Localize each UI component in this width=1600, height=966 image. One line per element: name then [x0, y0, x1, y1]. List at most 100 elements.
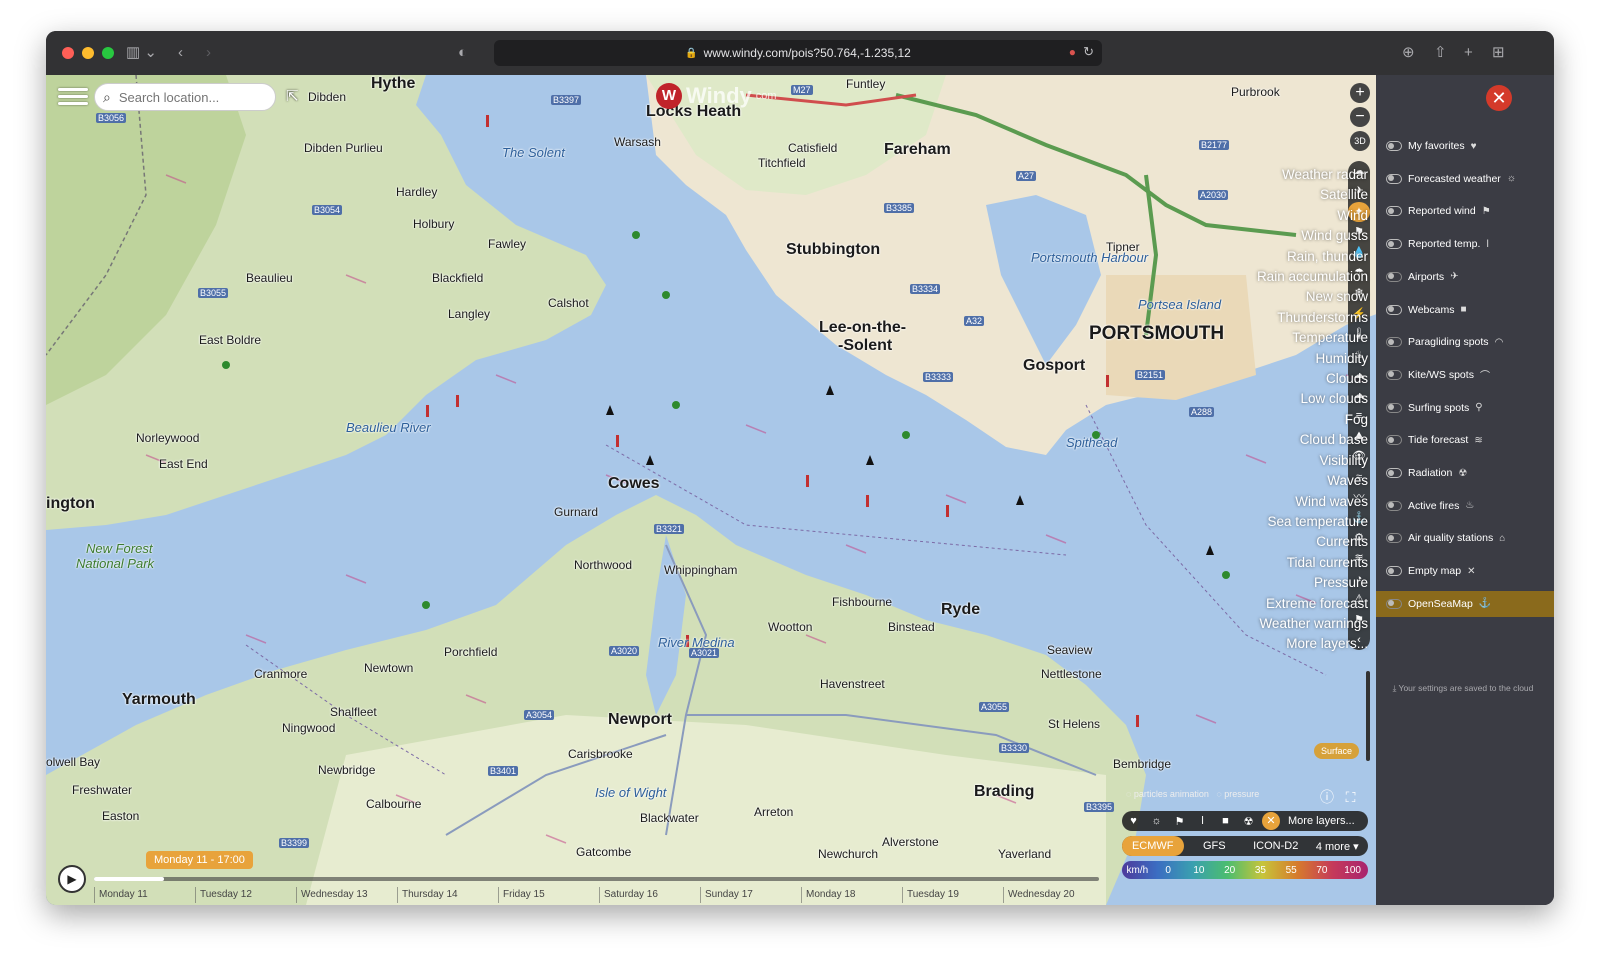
poi-item[interactable]: Air quality stations ⌂: [1376, 525, 1554, 551]
share-location-icon[interactable]: ⇱: [286, 87, 299, 105]
poi-toggle[interactable]: [1386, 304, 1402, 315]
close-icon[interactable]: ✕: [1262, 812, 1280, 830]
layer-item[interactable]: Wind: [1257, 206, 1368, 226]
poi-item[interactable]: Surfing spots ⚲: [1376, 395, 1554, 421]
thermometer-icon[interactable]: ǀ: [1191, 815, 1214, 827]
timeline-day[interactable]: Wednesday 20: [1003, 887, 1104, 903]
poi-toggle[interactable]: [1386, 369, 1402, 380]
timeline-day[interactable]: Tuesday 12: [195, 887, 296, 903]
poi-item[interactable]: Active fires ♨: [1376, 493, 1554, 519]
layer-item[interactable]: Tidal currents: [1257, 553, 1368, 573]
poi-toggle[interactable]: [1386, 239, 1402, 250]
poi-toggle[interactable]: [1386, 468, 1402, 478]
3d-button[interactable]: 3D: [1350, 131, 1370, 151]
model-option[interactable]: GFS: [1184, 840, 1246, 852]
close-panel-button[interactable]: ✕: [1486, 85, 1512, 111]
particles-toggle[interactable]: ◌ particles animation: [1126, 789, 1209, 799]
timeline-day[interactable]: Wednesday 13: [296, 887, 397, 903]
play-button[interactable]: ▶: [58, 865, 86, 893]
poi-item[interactable]: Radiation ☢: [1376, 460, 1554, 486]
layer-item[interactable]: Sea temperature: [1257, 512, 1368, 532]
layer-item[interactable]: Clouds: [1257, 369, 1368, 389]
timeline-day[interactable]: Friday 15: [498, 887, 599, 903]
poi-item[interactable]: My favorites ♥: [1376, 133, 1554, 159]
poi-item[interactable]: OpenSeaMap ⚓: [1376, 590, 1554, 617]
timeline-day[interactable]: Monday 11: [94, 887, 195, 903]
radiation-icon[interactable]: ☢: [1237, 815, 1260, 828]
map-canvas[interactable]: Hythe Dibden Locks Heath Funtley Purbrook Dib…: [46, 75, 1402, 905]
sidebar-toggle-icon[interactable]: ▥ ⌄: [126, 43, 157, 63]
poi-toggle[interactable]: [1386, 402, 1402, 413]
share-icon[interactable]: ⇧: [1434, 43, 1447, 63]
zoom-in-button[interactable]: +: [1350, 83, 1370, 103]
poi-toggle[interactable]: [1386, 141, 1402, 151]
layer-item[interactable]: Pressure: [1257, 573, 1368, 593]
fullscreen-icon[interactable]: ⛶: [1346, 789, 1356, 805]
layer-item[interactable]: Temperature: [1257, 328, 1368, 348]
layer-item[interactable]: Waves: [1257, 471, 1368, 491]
timeline-day[interactable]: Thursday 14: [397, 887, 498, 903]
favorites-icon[interactable]: ♥: [1122, 815, 1145, 827]
layer-item[interactable]: Humidity: [1257, 349, 1368, 369]
layer-item[interactable]: Wind gusts: [1257, 226, 1368, 246]
layer-item[interactable]: Rain accumulation: [1257, 267, 1368, 287]
model-option[interactable]: ECMWF: [1122, 836, 1184, 856]
model-option[interactable]: ICON-D2: [1245, 840, 1307, 852]
timeline-track[interactable]: [94, 877, 1099, 881]
poi-toggle[interactable]: [1386, 500, 1402, 511]
poi-toggle[interactable]: [1386, 173, 1402, 184]
weather-icon[interactable]: ☼: [1145, 815, 1168, 827]
poi-item[interactable]: Tide forecast ≋: [1376, 427, 1554, 453]
maximize-window-button[interactable]: [102, 47, 114, 59]
pressure-toggle[interactable]: ◌ pressure: [1216, 789, 1259, 799]
layer-scrollbar[interactable]: [1366, 671, 1370, 761]
privacy-shield-icon[interactable]: ◐: [458, 43, 467, 63]
more-layers-button[interactable]: More layers...: [1288, 815, 1355, 827]
search-input[interactable]: [116, 88, 251, 106]
flag-icon[interactable]: ⚑: [1168, 815, 1191, 828]
layer-item[interactable]: Weather warnings: [1257, 614, 1368, 634]
layer-item[interactable]: Weather radar: [1257, 165, 1368, 185]
poi-toggle[interactable]: [1386, 566, 1402, 577]
poi-item[interactable]: Reported wind ⚑: [1376, 198, 1554, 224]
poi-toggle[interactable]: [1386, 206, 1402, 217]
poi-item[interactable]: Webcams ■: [1376, 297, 1554, 323]
close-window-button[interactable]: [62, 47, 74, 59]
poi-item[interactable]: Forecasted weather ☼: [1376, 166, 1554, 192]
model-option[interactable]: 4 more ▾: [1307, 840, 1369, 853]
poi-item[interactable]: Reported temp. ǀ: [1376, 231, 1554, 257]
timeline-day[interactable]: Monday 18: [801, 887, 902, 903]
microphone-icon[interactable]: ●: [1069, 45, 1076, 59]
info-icon[interactable]: ⓘ: [1320, 789, 1334, 805]
poi-item[interactable]: Airports ✈: [1376, 264, 1554, 290]
surface-button[interactable]: Surface: [1314, 743, 1360, 759]
layer-item[interactable]: Cloud base: [1257, 430, 1368, 450]
search-box[interactable]: ⌕: [94, 83, 276, 111]
timeline-day[interactable]: Saturday 16: [599, 887, 700, 903]
tab-overview-icon[interactable]: ⊞: [1492, 43, 1505, 63]
layer-item[interactable]: Currents: [1257, 532, 1368, 552]
layer-item[interactable]: Satellite: [1257, 185, 1368, 205]
layer-item[interactable]: Thunderstorms: [1257, 308, 1368, 328]
back-icon[interactable]: ‹: [178, 43, 183, 63]
forward-icon[interactable]: ›: [206, 43, 211, 63]
layer-item[interactable]: Fog: [1257, 410, 1368, 430]
poi-toggle[interactable]: [1386, 598, 1402, 609]
layer-item[interactable]: Visibility: [1257, 451, 1368, 471]
menu-button[interactable]: [58, 84, 88, 108]
poi-toggle[interactable]: [1386, 271, 1402, 282]
timeline-day[interactable]: Tuesday 19: [902, 887, 1003, 903]
download-icon[interactable]: ⊕: [1402, 43, 1415, 63]
layer-item[interactable]: Rain, thunder: [1257, 247, 1368, 267]
timeline-day[interactable]: Sunday 17: [700, 887, 801, 903]
zoom-out-button[interactable]: −: [1350, 107, 1370, 127]
camera-icon[interactable]: ■: [1214, 815, 1237, 827]
layer-item[interactable]: Extreme forecast: [1257, 594, 1368, 614]
new-tab-icon[interactable]: +: [1464, 43, 1473, 63]
timeline-current[interactable]: Monday 11 - 17:00: [146, 851, 253, 869]
poi-item[interactable]: Paragliding spots ◠: [1376, 329, 1554, 355]
minimize-window-button[interactable]: [82, 47, 94, 59]
poi-toggle[interactable]: [1386, 435, 1402, 446]
poi-item[interactable]: Kite/WS spots ⌒: [1376, 362, 1554, 388]
layer-item[interactable]: New snow: [1257, 287, 1368, 307]
